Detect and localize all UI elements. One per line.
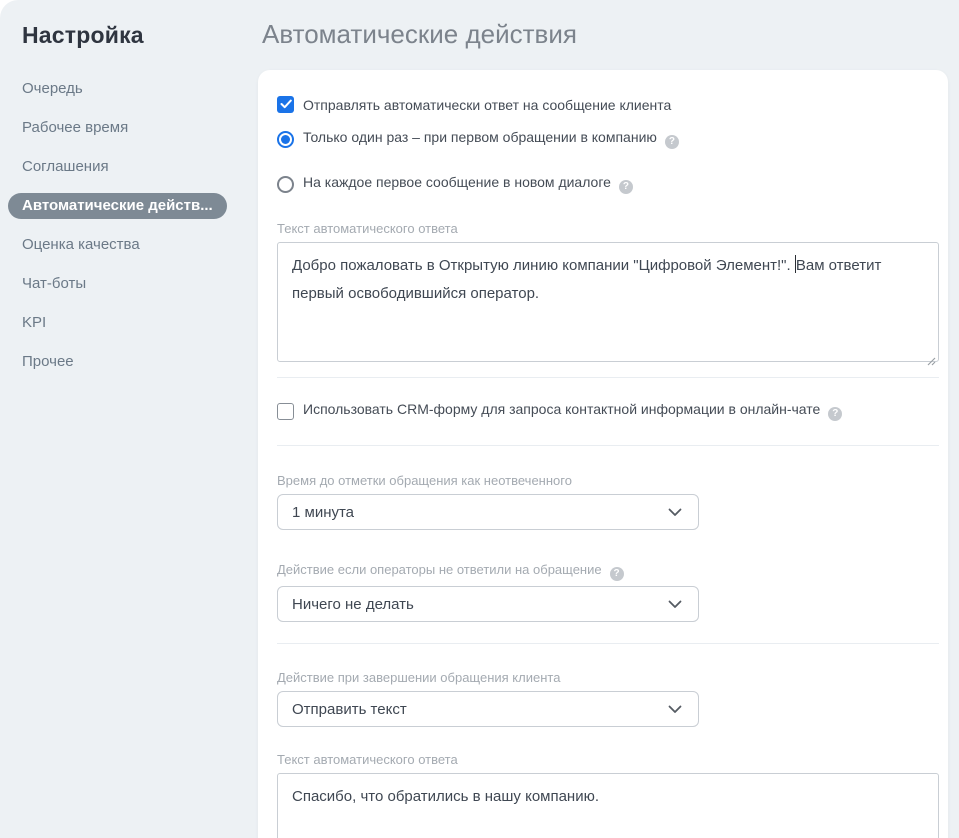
sidebar-item-chat-bots[interactable]: Чат-боты (22, 269, 258, 299)
auto-reply-checkbox-label[interactable]: Отправлять автоматически ответ на сообще… (303, 97, 671, 113)
question-mark-icon[interactable]: ? (610, 567, 624, 581)
unanswered-time-select[interactable]: 1 минута (277, 494, 699, 530)
check-icon (280, 96, 292, 114)
finish-action-select[interactable]: Отправить текст (277, 691, 699, 727)
unanswered-action-value: Ничего не делать (292, 596, 414, 613)
auto-reply-checkbox[interactable] (277, 96, 294, 113)
unanswered-action-text: Действие если операторы не ответили на о… (277, 562, 602, 577)
page-title: Автоматические действия (262, 19, 959, 49)
radio-every-dialog-label[interactable]: На каждое первое сообщение в новом диало… (303, 174, 633, 194)
crm-form-text: Использовать CRM-форму для запроса конта… (303, 401, 820, 417)
radio-every-dialog-row: На каждое первое сообщение в новом диало… (277, 174, 939, 194)
chevron-down-icon (668, 701, 682, 718)
question-mark-icon[interactable]: ? (665, 135, 679, 149)
sidebar-item-quality-rating[interactable]: Оценка качества (22, 230, 258, 260)
sidebar-item-working-time[interactable]: Рабочее время (22, 113, 258, 143)
section-divider (277, 377, 939, 378)
active-item-pill: Автоматические действ... (8, 193, 227, 219)
main-area: Автоматические действия Отправлять автом… (258, 0, 959, 838)
unanswered-action-label: Действие если операторы не ответили на о… (277, 562, 939, 581)
radio-once[interactable] (277, 131, 294, 148)
radio-dot (281, 135, 290, 144)
crm-form-checkbox-row: Использовать CRM-форму для запроса конта… (277, 401, 939, 421)
auto-reply-checkbox-row: Отправлять автоматически ответ на сообще… (277, 96, 939, 113)
unanswered-action-select[interactable]: Ничего не делать (277, 586, 699, 622)
auto-reply-textarea[interactable]: Добро пожаловать в Открытую линию компан… (277, 242, 939, 362)
settings-page: Настройка Очередь Рабочее время Соглашен… (0, 0, 959, 838)
question-mark-icon[interactable]: ? (619, 180, 633, 194)
radio-once-label[interactable]: Только один раз – при первом обращении в… (303, 129, 679, 149)
section-divider (277, 445, 939, 446)
auto-reply-text-before-caret: Добро пожаловать в Открытую линию компан… (292, 257, 795, 274)
finish-text-label: Текст автоматического ответа (277, 752, 939, 768)
question-mark-icon[interactable]: ? (828, 407, 842, 421)
crm-form-checkbox-label[interactable]: Использовать CRM-форму для запроса конта… (303, 401, 842, 421)
resize-handle-icon[interactable] (925, 348, 936, 359)
settings-card: Отправлять автоматически ответ на сообще… (258, 70, 948, 838)
sidebar-nav: Очередь Рабочее время Соглашения Автомат… (22, 74, 258, 377)
finish-action-value: Отправить текст (292, 701, 407, 718)
radio-every-dialog-text: На каждое первое сообщение в новом диало… (303, 174, 611, 190)
sidebar-item-other[interactable]: Прочее (22, 347, 258, 377)
settings-sidebar: Настройка Очередь Рабочее время Соглашен… (0, 0, 258, 838)
unanswered-time-value: 1 минута (292, 504, 354, 521)
sidebar-item-queue[interactable]: Очередь (22, 74, 258, 104)
radio-once-row: Только один раз – при первом обращении в… (277, 129, 939, 149)
radio-every-dialog[interactable] (277, 176, 294, 193)
unanswered-time-label: Время до отметки обращения как неотвечен… (277, 473, 939, 489)
sidebar-item-kpi[interactable]: KPI (22, 308, 258, 338)
section-divider (277, 643, 939, 644)
chevron-down-icon (668, 596, 682, 613)
sidebar-title: Настройка (22, 20, 258, 50)
finish-textarea[interactable]: Спасибо, что обратились в нашу компанию. (277, 773, 939, 838)
sidebar-item-agreements[interactable]: Соглашения (22, 152, 258, 182)
radio-once-text: Только один раз – при первом обращении в… (303, 129, 657, 145)
auto-reply-text-label: Текст автоматического ответа (277, 221, 939, 237)
finish-action-label: Действие при завершении обращения клиент… (277, 670, 939, 686)
chevron-down-icon (668, 504, 682, 521)
crm-form-checkbox[interactable] (277, 403, 294, 420)
finish-text-value: Спасибо, что обратились в нашу компанию. (292, 788, 599, 805)
sidebar-item-automatic-actions[interactable]: Автоматические действ... (22, 191, 258, 221)
